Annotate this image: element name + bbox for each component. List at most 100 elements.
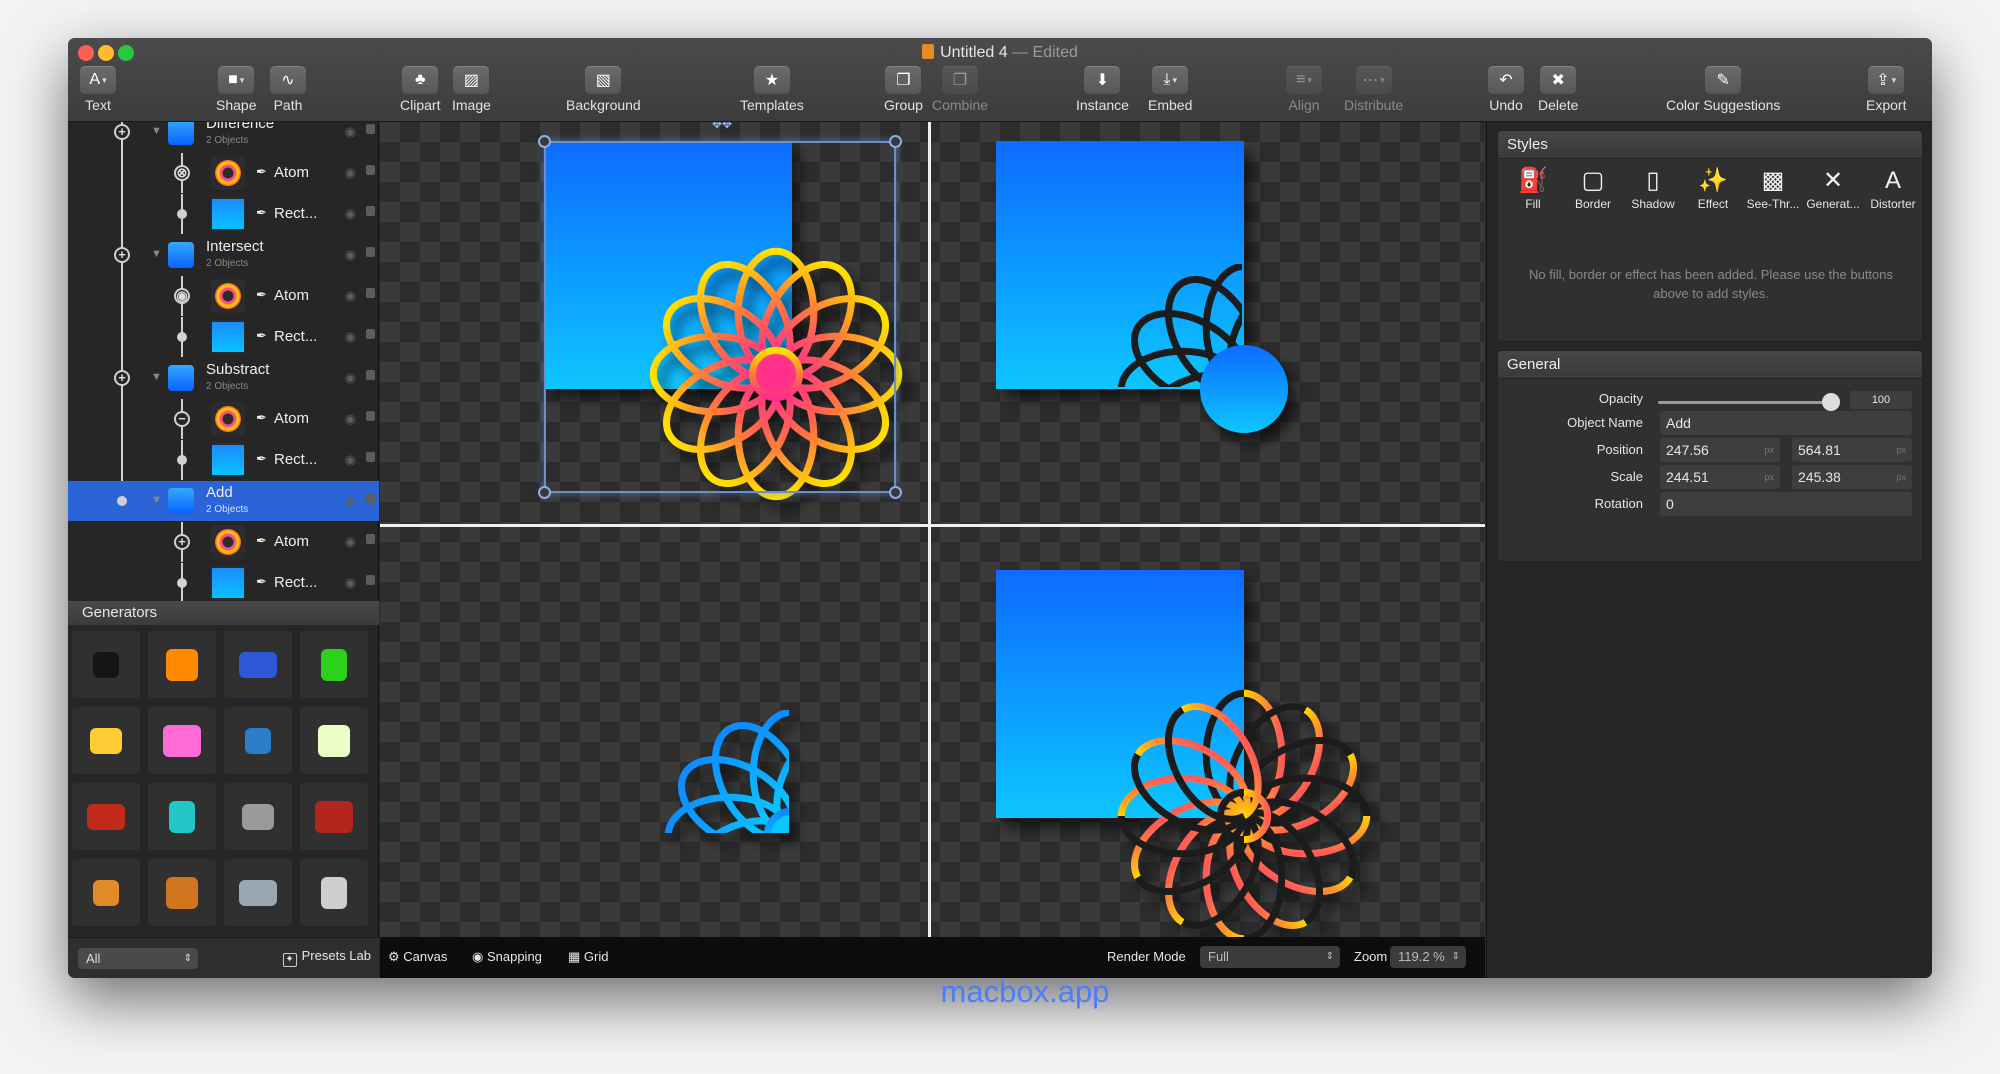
instance-button[interactable]: ⬇ Instance bbox=[1076, 66, 1129, 113]
templates-button[interactable]: ★ Templates bbox=[740, 66, 804, 113]
opacity-field[interactable]: 100 bbox=[1850, 391, 1912, 409]
generator-preset[interactable] bbox=[224, 783, 292, 850]
layer-row[interactable]: ✒ Rect... ◉ bbox=[68, 317, 379, 357]
visibility-eye-icon[interactable]: ◉ bbox=[345, 534, 356, 550]
visibility-eye-icon[interactable]: ◉ bbox=[345, 247, 356, 263]
fill-style-button[interactable]: ⛽ Fill bbox=[1504, 165, 1562, 211]
resize-handle-bottom-left[interactable] bbox=[538, 486, 551, 499]
lock-icon[interactable] bbox=[366, 247, 375, 257]
position-y-field[interactable]: 564.81 px bbox=[1792, 438, 1912, 462]
visibility-eye-icon[interactable]: ◉ bbox=[345, 124, 356, 140]
align-button[interactable]: ≡ ▾ Align bbox=[1286, 66, 1322, 113]
filter-select[interactable]: All ⇕ bbox=[78, 948, 198, 969]
generator-preset[interactable] bbox=[224, 631, 292, 698]
distribute-button[interactable]: ⋯ ▾ Distribute bbox=[1344, 66, 1403, 113]
generator-preset[interactable] bbox=[224, 707, 292, 774]
visibility-eye-icon[interactable]: ◉ bbox=[345, 370, 356, 386]
generator-preset[interactable] bbox=[148, 783, 216, 850]
intersect-shape[interactable] bbox=[664, 710, 916, 937]
lock-icon[interactable] bbox=[366, 288, 375, 298]
delete-button[interactable]: ✖ Delete bbox=[1538, 66, 1578, 113]
combine-button[interactable]: ❐ Combine bbox=[932, 66, 988, 113]
export-button[interactable]: ⇪ ▾ Export bbox=[1866, 66, 1906, 113]
layer-group-row[interactable]: + ▼ Substract 2 Objects ◉ bbox=[68, 358, 379, 398]
embed-button[interactable]: ⤓ ▾ Embed bbox=[1148, 66, 1192, 113]
presets-lab-button[interactable]: ✦ Presets Lab bbox=[282, 948, 371, 967]
generator-preset[interactable] bbox=[224, 859, 292, 926]
layer-row[interactable]: + ✒ Atom ◉ bbox=[68, 522, 379, 562]
scale-x-field[interactable]: 244.51 px bbox=[1660, 465, 1780, 489]
object-name-field[interactable]: Add bbox=[1660, 411, 1912, 435]
generator-preset[interactable] bbox=[72, 631, 140, 698]
generator-preset[interactable] bbox=[72, 707, 140, 774]
lock-icon[interactable] bbox=[366, 411, 375, 421]
lock-icon[interactable] bbox=[366, 206, 375, 216]
lock-icon[interactable] bbox=[366, 165, 375, 175]
lock-icon[interactable] bbox=[366, 493, 375, 503]
background-button[interactable]: ▧ Background bbox=[566, 66, 641, 113]
visibility-eye-icon[interactable]: ◉ bbox=[345, 329, 356, 345]
visibility-eye-icon[interactable]: ◉ bbox=[345, 411, 356, 427]
lock-icon[interactable] bbox=[366, 329, 375, 339]
scale-y-field[interactable]: 245.38 px bbox=[1792, 465, 1912, 489]
canvas-button[interactable]: ⚙ Canvas bbox=[388, 949, 447, 965]
layer-row[interactable]: ✒ Rect... ◉ bbox=[68, 440, 379, 480]
disclosure-triangle-icon[interactable]: ▼ bbox=[151, 125, 162, 137]
layer-group-row[interactable]: + ▼ Difference 2 Objects ◉ bbox=[68, 122, 379, 152]
generator-preset[interactable] bbox=[300, 859, 368, 926]
shadow-style-button[interactable]: ▯ Shadow bbox=[1624, 165, 1682, 211]
opacity-slider-knob[interactable] bbox=[1822, 393, 1840, 411]
layer-row[interactable]: − ✒ Atom ◉ bbox=[68, 399, 379, 439]
layer-row[interactable]: ✒ Rect... ◉ bbox=[68, 194, 379, 234]
shape-button[interactable]: ■ ▾ Shape bbox=[216, 66, 256, 113]
disclosure-triangle-icon[interactable]: ▼ bbox=[151, 494, 162, 506]
resize-handle-bottom-right[interactable] bbox=[889, 486, 902, 499]
clipart-button[interactable]: ♣ Clipart bbox=[400, 66, 440, 113]
lock-icon[interactable] bbox=[366, 575, 375, 585]
resize-handle-top-left[interactable] bbox=[538, 135, 551, 148]
resize-handle-top-right[interactable] bbox=[889, 135, 902, 148]
zoom-select[interactable]: 119.2 % ⇕ bbox=[1390, 946, 1466, 968]
substract-shape[interactable] bbox=[996, 570, 1371, 937]
lock-icon[interactable] bbox=[366, 124, 375, 134]
visibility-eye-icon[interactable]: ◉ bbox=[345, 206, 356, 222]
selection-box[interactable]: ✥✥ bbox=[538, 122, 902, 499]
text-button[interactable]: A ▾ Text bbox=[80, 66, 116, 113]
generat-style-button[interactable]: ✕ Generat... bbox=[1804, 165, 1862, 211]
layer-group-row[interactable]: ▼ Add 2 Objects ◉ bbox=[68, 481, 379, 521]
generator-preset[interactable] bbox=[148, 631, 216, 698]
lock-icon[interactable] bbox=[366, 452, 375, 462]
group-button[interactable]: ❐ Group bbox=[884, 66, 923, 113]
seethr-style-button[interactable]: ▩ See-Thr... bbox=[1744, 165, 1802, 211]
border-style-button[interactable]: ▢ Border bbox=[1564, 165, 1622, 211]
lock-icon[interactable] bbox=[366, 534, 375, 544]
visibility-eye-icon[interactable]: ◉ bbox=[345, 493, 356, 509]
distorter-style-button[interactable]: A Distorter bbox=[1864, 165, 1922, 211]
undo-button[interactable]: ↶ Undo bbox=[1488, 66, 1524, 113]
lock-icon[interactable] bbox=[366, 370, 375, 380]
rotate-handle-icon[interactable]: ✥✥ bbox=[712, 122, 732, 131]
position-x-field[interactable]: 247.56 px bbox=[1660, 438, 1780, 462]
difference-shape[interactable] bbox=[996, 141, 1369, 514]
layer-group-row[interactable]: + ▼ Intersect 2 Objects ◉ bbox=[68, 235, 379, 275]
generator-preset[interactable] bbox=[148, 859, 216, 926]
layer-row[interactable]: ⊗ ✒ Atom ◉ bbox=[68, 153, 379, 193]
opacity-slider[interactable] bbox=[1658, 401, 1828, 404]
rotation-field[interactable]: 0 bbox=[1660, 492, 1912, 516]
generator-preset[interactable] bbox=[148, 707, 216, 774]
visibility-eye-icon[interactable]: ◉ bbox=[345, 288, 356, 304]
generator-preset[interactable] bbox=[72, 783, 140, 850]
snapping-toggle[interactable]: ◉ Snapping bbox=[472, 949, 542, 965]
disclosure-triangle-icon[interactable]: ▼ bbox=[151, 371, 162, 383]
image-button[interactable]: ▨ Image bbox=[452, 66, 491, 113]
color-suggestions-button[interactable]: ✎ Color Suggestions bbox=[1666, 66, 1780, 113]
path-button[interactable]: ∿ Path bbox=[270, 66, 306, 113]
disclosure-triangle-icon[interactable]: ▼ bbox=[151, 248, 162, 260]
generator-preset[interactable] bbox=[72, 859, 140, 926]
visibility-eye-icon[interactable]: ◉ bbox=[345, 165, 356, 181]
render-mode-select[interactable]: Full ⇕ bbox=[1200, 946, 1340, 968]
canvas-area[interactable]: ✥✥ bbox=[380, 122, 1485, 937]
grid-toggle[interactable]: ▦ Grid bbox=[568, 949, 608, 965]
visibility-eye-icon[interactable]: ◉ bbox=[345, 575, 356, 591]
effect-style-button[interactable]: ✨ Effect bbox=[1684, 165, 1742, 211]
